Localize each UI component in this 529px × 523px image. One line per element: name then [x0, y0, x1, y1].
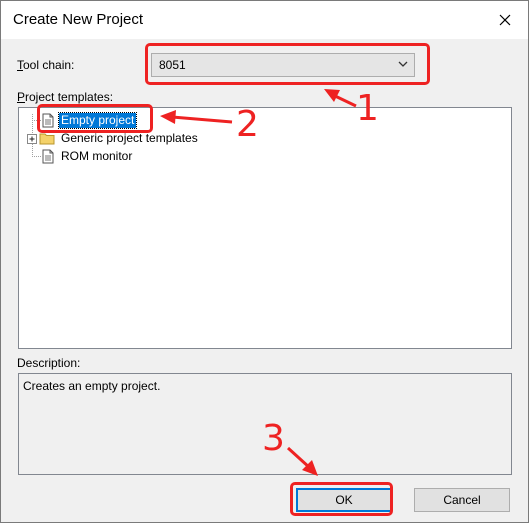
tree-line [32, 156, 41, 157]
annotation-box-toolchain [145, 43, 430, 85]
description-text: Creates an empty project. [23, 379, 161, 393]
tree-item-rom-monitor[interactable]: ROM monitor [41, 148, 134, 165]
annotation-step-1: 1 [356, 88, 379, 129]
cancel-button-label: Cancel [443, 493, 481, 507]
plus-expander-icon[interactable] [27, 133, 37, 144]
annotation-box-empty-project [37, 104, 153, 133]
tool-chain-label: Tool chain: [17, 58, 75, 72]
close-button[interactable] [482, 1, 528, 39]
annotation-step-2: 2 [236, 104, 259, 145]
annotation-box-ok [290, 482, 393, 516]
annotation-step-3: 3 [262, 418, 285, 459]
title-bar: Create New Project [1, 1, 528, 39]
document-icon [42, 149, 54, 164]
dialog-title: Create New Project [13, 11, 144, 28]
project-templates-label: Project templates: [17, 90, 114, 104]
description-label: Description: [17, 356, 81, 370]
folder-icon [39, 133, 55, 145]
cancel-button[interactable]: Cancel [414, 488, 510, 512]
project-templates-tree[interactable]: Empty project Generic project templates … [18, 107, 512, 349]
close-x-icon [499, 14, 511, 26]
tree-item-label: ROM monitor [61, 149, 133, 163]
tree-item-label: Generic project templates [61, 131, 198, 145]
